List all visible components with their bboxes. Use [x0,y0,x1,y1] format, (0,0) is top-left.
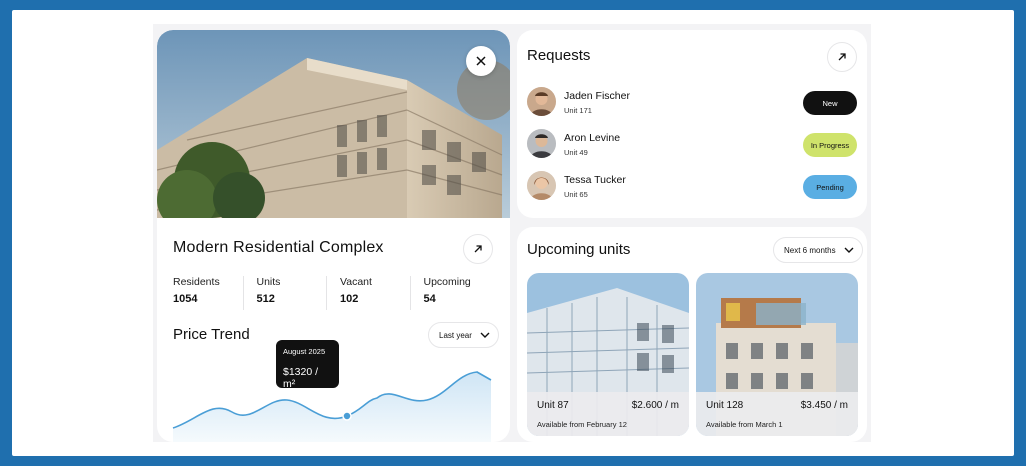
close-button[interactable] [466,46,496,76]
unit-name: Unit 87 [537,400,569,411]
status-badge: Pending [803,175,857,199]
stat-value: 102 [340,293,359,305]
request-row[interactable]: Aron Levine Unit 49 In Progress [527,129,857,161]
request-row[interactable]: Tessa Tucker Unit 65 Pending [527,171,857,203]
stat-value: 54 [423,293,436,305]
stat-vacant: Vacant 102 [327,276,411,310]
stat-value: 1054 [173,293,198,305]
unit-availability: Available from February 12 [537,420,627,429]
tooltip-value: $1320 / m² [283,366,319,390]
arrow-up-right-icon [474,245,482,253]
status-badge: In Progress [803,133,857,157]
price-trend-title: Price Trend [173,326,250,343]
request-name: Aron Levine [564,132,621,144]
unit-price: $3.450 / m [800,400,848,411]
price-period-dropdown[interactable]: Last year [428,322,499,348]
requests-title: Requests [527,47,591,64]
upcoming-title: Upcoming units [527,241,631,258]
unit-info: Unit 87 $2.600 / m Available from Februa… [527,392,689,436]
price-period-label: Last year [439,330,472,340]
building-illustration [157,30,510,218]
chevron-down-icon [844,247,854,253]
unit-price: $2.600 / m [631,400,679,411]
request-row[interactable]: Jaden Fischer Unit 171 New [527,87,857,119]
avatar [527,171,556,200]
request-name: Tessa Tucker [564,174,626,186]
stat-label: Upcoming [423,276,471,288]
tooltip-date: August 2025 [283,347,326,356]
unit-card[interactable]: Unit 128 $3.450 / m Available from March… [696,273,858,436]
building-stats: Residents 1054 Units 512 Vacant 102 Upco… [173,276,493,310]
stat-residents: Residents 1054 [173,276,244,310]
request-name: Jaden Fischer [564,90,630,102]
requests-card: Requests Jaden Fischer Unit 171 New Aron… [517,30,867,218]
close-icon [476,56,486,66]
upcoming-units-card: Upcoming units Next 6 months Unit 87 $2.… [517,227,867,442]
unit-availability: Available from March 1 [706,420,783,429]
unit-name: Unit 128 [706,400,744,411]
arrow-up-right-icon [838,53,846,61]
trend-marker [342,411,352,421]
avatar [527,129,556,158]
price-tooltip: August 2025 $1320 / m² [276,340,339,390]
request-unit: Unit 65 [564,190,588,199]
open-complex-button[interactable] [463,234,493,264]
upcoming-period-dropdown[interactable]: Next 6 months [773,237,863,263]
request-unit: Unit 171 [564,106,592,115]
chevron-down-icon [480,332,490,338]
request-unit: Unit 49 [564,148,588,157]
complex-title: Modern Residential Complex [173,239,384,256]
stat-upcoming: Upcoming 54 [411,276,494,310]
stat-label: Units [256,276,281,288]
building-photo [157,30,510,218]
status-badge: New [803,91,857,115]
stat-units: Units 512 [244,276,327,310]
upcoming-period-label: Next 6 months [784,245,836,255]
stat-label: Residents [173,276,220,288]
building-card: Modern Residential Complex Residents 105… [157,30,510,442]
stat-label: Vacant [340,276,372,288]
unit-info: Unit 128 $3.450 / m Available from March… [696,392,858,436]
avatar [527,87,556,116]
stat-value: 512 [256,293,275,305]
unit-card[interactable]: Unit 87 $2.600 / m Available from Februa… [527,273,689,436]
open-requests-button[interactable] [827,42,857,72]
